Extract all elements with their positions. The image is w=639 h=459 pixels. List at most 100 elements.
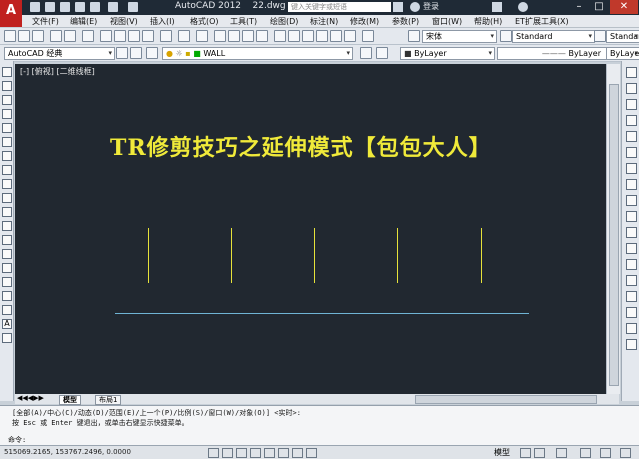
yellow-vertical-line[interactable]	[148, 228, 149, 283]
polygon-icon[interactable]	[2, 109, 12, 119]
fillet-icon[interactable]	[626, 307, 637, 318]
open-file-icon[interactable]	[18, 30, 30, 42]
command-prompt[interactable]: 命令:	[8, 435, 26, 445]
cut-icon[interactable]	[100, 30, 112, 42]
paste-icon[interactable]	[128, 30, 140, 42]
tab-model[interactable]: 模型	[59, 395, 81, 405]
explode-icon[interactable]	[626, 339, 637, 350]
clean-screen-icon[interactable]	[620, 448, 631, 458]
workspace-switch-icon[interactable]	[580, 448, 591, 458]
ellipse-icon[interactable]	[2, 193, 12, 203]
markup-icon[interactable]	[330, 30, 342, 42]
otrack-icon[interactable]	[278, 448, 289, 458]
ortho-icon[interactable]	[236, 448, 247, 458]
layer-properties-icon[interactable]	[130, 47, 142, 59]
text-style-select[interactable]: Standard	[512, 30, 595, 43]
horizontal-scrollbar[interactable]	[415, 395, 597, 404]
rotate-icon[interactable]	[626, 163, 637, 174]
menu-dimension[interactable]: 标注(N)	[310, 16, 338, 27]
make-block-icon[interactable]	[2, 235, 12, 245]
redo-tool-icon[interactable]	[196, 30, 208, 42]
menu-parameter[interactable]: 参数(P)	[392, 16, 419, 27]
drawing-canvas[interactable]	[15, 64, 606, 394]
menu-format[interactable]: 格式(O)	[190, 16, 219, 27]
tab-layout1[interactable]: 布局1	[95, 395, 122, 405]
undo-tool-icon[interactable]	[178, 30, 190, 42]
close-icon[interactable]: ✕	[610, 0, 638, 14]
plot-icon[interactable]	[50, 30, 62, 42]
copy-object-icon[interactable]	[626, 83, 637, 94]
quickcalc-icon[interactable]	[344, 30, 356, 42]
preview-icon[interactable]	[64, 30, 76, 42]
menu-modify[interactable]: 修改(M)	[350, 16, 379, 27]
properties-icon[interactable]	[274, 30, 286, 42]
print-icon[interactable]	[90, 2, 100, 12]
color-select[interactable]: ■ ByLayer	[400, 47, 495, 60]
layer-previous-icon[interactable]	[146, 47, 158, 59]
pan-icon[interactable]	[214, 30, 226, 42]
join-icon[interactable]	[626, 275, 637, 286]
extend-icon[interactable]	[626, 227, 637, 238]
stretch-icon[interactable]	[626, 195, 637, 206]
line-icon[interactable]	[2, 67, 12, 77]
layer-select[interactable]: ● ☼ ▪ ■ WALL	[162, 47, 353, 60]
grid-icon[interactable]	[222, 448, 233, 458]
scale-icon[interactable]	[626, 179, 637, 190]
yellow-vertical-line[interactable]	[481, 228, 482, 283]
login-link[interactable]: 登录	[423, 1, 439, 12]
exchange-icon[interactable]	[492, 2, 502, 12]
help-tool-icon[interactable]	[362, 30, 374, 42]
menu-file[interactable]: 文件(F)	[32, 16, 59, 27]
region-icon[interactable]	[2, 291, 12, 301]
quick-view-layouts-icon[interactable]	[520, 448, 531, 458]
menu-view[interactable]: 视图(V)	[110, 16, 138, 27]
table-icon[interactable]	[2, 305, 12, 315]
save-icon[interactable]	[60, 2, 70, 12]
construction-line-icon[interactable]	[2, 81, 12, 91]
search-icon[interactable]	[393, 2, 403, 12]
menu-et-tools[interactable]: ET扩展工具(X)	[515, 16, 569, 27]
mirror-icon[interactable]	[626, 99, 637, 110]
multiline-text-icon[interactable]: A	[2, 319, 12, 329]
add-selected-icon[interactable]	[2, 333, 12, 343]
menu-help[interactable]: 帮助(H)	[474, 16, 502, 27]
chamfer-icon[interactable]	[626, 291, 637, 302]
save-file-icon[interactable]	[32, 30, 44, 42]
search-input[interactable]: 键入关键字或短语	[288, 2, 391, 12]
minimize-icon[interactable]: –	[570, 0, 588, 14]
new-icon[interactable]	[30, 2, 40, 12]
layer-state-icon[interactable]	[376, 47, 388, 59]
open-icon[interactable]	[45, 2, 55, 12]
design-center-icon[interactable]	[288, 30, 300, 42]
maximize-icon[interactable]: □	[590, 0, 608, 14]
block-editor-icon[interactable]	[160, 30, 172, 42]
menu-edit[interactable]: 编辑(E)	[70, 16, 97, 27]
tool-palettes-icon[interactable]	[302, 30, 314, 42]
dim-style-select[interactable]: Standard	[606, 30, 639, 43]
rectangle-icon[interactable]	[2, 123, 12, 133]
blend-curves-icon[interactable]	[626, 323, 637, 334]
saveas-icon[interactable]	[75, 2, 85, 12]
array-icon[interactable]	[626, 131, 637, 142]
model-space-button[interactable]: 模型	[494, 447, 510, 458]
offset-icon[interactable]	[626, 115, 637, 126]
lineweight-toggle-icon[interactable]	[306, 448, 317, 458]
cyan-boundary-line[interactable]	[115, 313, 529, 314]
break-icon[interactable]	[626, 259, 637, 270]
redo-icon[interactable]	[128, 2, 138, 12]
move-icon[interactable]	[626, 147, 637, 158]
text-style-icon[interactable]	[408, 30, 420, 42]
new-file-icon[interactable]	[4, 30, 16, 42]
menu-tools[interactable]: 工具(T)	[230, 16, 257, 27]
lock-toolbars-icon[interactable]	[600, 448, 611, 458]
match-properties-icon[interactable]	[142, 30, 154, 42]
undo-icon[interactable]	[108, 2, 118, 12]
polyline-icon[interactable]	[2, 95, 12, 105]
user-icon[interactable]	[410, 2, 420, 12]
hatch-icon[interactable]	[2, 263, 12, 273]
trim-icon[interactable]	[626, 211, 637, 222]
circle-icon[interactable]	[2, 151, 12, 161]
insert-block-icon[interactable]	[2, 221, 12, 231]
quick-view-drawings-icon[interactable]	[534, 448, 545, 458]
spline-icon[interactable]	[2, 179, 12, 189]
